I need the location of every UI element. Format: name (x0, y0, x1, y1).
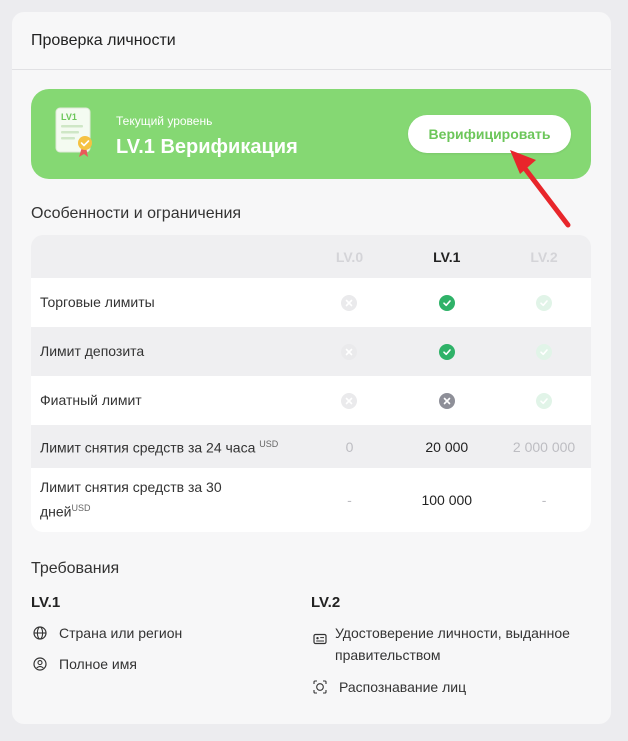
current-level-title: LV.1 Верификация (116, 136, 298, 158)
check-circle-icon (438, 294, 455, 311)
requirement-label: Распознавание лиц (339, 679, 467, 695)
requirement-label: Удостоверение личности, выданное (335, 625, 570, 641)
identity-verification-card: Проверка личности LV1 Текущий уровень LV… (12, 12, 611, 724)
user-icon (33, 657, 47, 671)
requirement-label: Полное имя (59, 656, 137, 672)
row-label: Лимит снятия средств за 24 часа (40, 439, 256, 456)
x-circle-icon (341, 392, 358, 409)
header-lv2: LV.2 (530, 248, 558, 265)
divider (12, 69, 611, 70)
value-lv1: 20 000 (425, 438, 469, 455)
unit-label: USD (71, 503, 91, 514)
table-row: Лимит депозита (31, 327, 591, 376)
row-label: Торговые лимиты (40, 294, 155, 310)
check-circle-icon (536, 343, 553, 360)
red-arrow-annotation (510, 150, 571, 228)
value-lv1: 100 000 (421, 492, 473, 508)
svg-text:LV1: LV1 (61, 112, 77, 122)
x-circle-icon (341, 343, 358, 360)
unit-label: USD (259, 439, 279, 450)
requirement-item: Удостоверение личности, выданное правите… (313, 622, 570, 666)
face-scan-icon (313, 680, 327, 694)
value-lv0: - (347, 492, 352, 508)
row-label: Фиатный лимит (40, 392, 142, 408)
table-row: Лимит снятия средств за 30 днейUSD - 100… (31, 468, 591, 532)
row-label: Лимит депозита (40, 343, 145, 359)
id-card-icon (313, 633, 327, 645)
table-header-row: LV.0 LV.1 LV.2 (31, 235, 591, 278)
requirements-lv2-head: LV.2 (311, 594, 341, 611)
requirement-item: Распознавание лиц (313, 676, 466, 698)
requirement-item: Полное имя (33, 653, 137, 675)
verification-document-icon: LV1 (55, 107, 92, 157)
table-row: Фиатный лимит (31, 376, 591, 425)
row-label-line2: дней (40, 503, 72, 520)
card-title: Проверка личности (31, 32, 176, 49)
current-level-caption: Текущий уровень (116, 114, 213, 128)
header-lv0: LV.0 (335, 248, 364, 265)
check-circle-icon (438, 343, 455, 360)
table-row: Торговые лимиты (31, 278, 591, 327)
table-row: Лимит снятия средств за 24 часа USD 0 20… (31, 425, 591, 468)
header-lv1: LV.1 (433, 248, 461, 265)
requirement-item: Страна или регион (33, 622, 182, 644)
features-table: LV.0 LV.1 LV.2 Торговые лимиты Лимит деп… (31, 235, 591, 532)
x-circle-icon (341, 294, 358, 311)
requirement-label-line2: правительством (335, 647, 441, 663)
requirement-label: Страна или регион (59, 625, 183, 641)
row-label: Лимит снятия средств за 30 (40, 479, 222, 496)
requirements-title: Требования (31, 560, 120, 577)
value-lv2: - (541, 492, 547, 508)
check-circle-icon (536, 392, 553, 409)
value-lv2: 2 000 000 (512, 438, 576, 455)
value-lv0: 0 (345, 438, 354, 455)
requirements-lv1-head: LV.1 (31, 594, 61, 611)
features-title: Особенности и ограничения (31, 205, 242, 222)
check-circle-icon (536, 294, 553, 311)
globe-icon (33, 626, 47, 640)
x-circle-icon (438, 392, 455, 409)
